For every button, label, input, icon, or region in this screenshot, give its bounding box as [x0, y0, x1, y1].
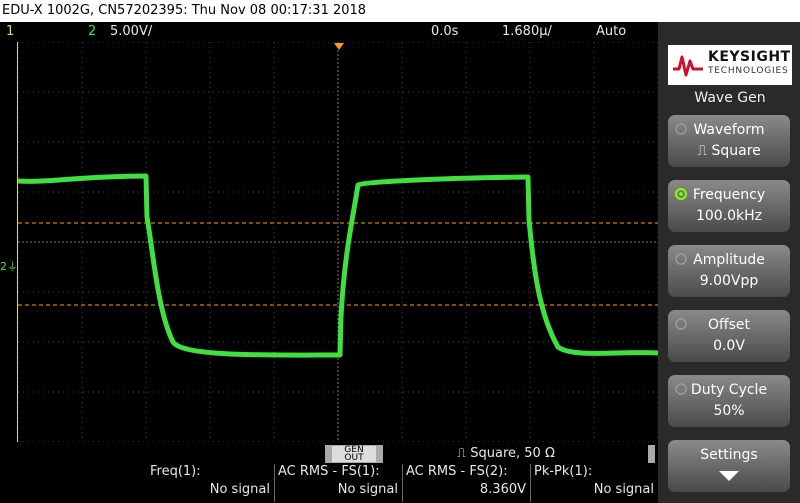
measure-2-value: No signal — [337, 482, 398, 497]
softkey-label: Waveform — [693, 122, 765, 138]
measure-4-value: No signal — [593, 482, 654, 497]
arrow-down-icon — [719, 471, 739, 481]
measure-divider — [530, 464, 531, 502]
trigger-position-marker[interactable] — [334, 43, 344, 50]
measure-2-name: AC RMS - FS(1): — [278, 464, 380, 479]
measure-divider — [402, 464, 403, 502]
ch2-marker-label: 2 — [0, 260, 7, 273]
channel-2-ground-marker[interactable]: 2⏚ — [0, 258, 18, 274]
measure-divider — [274, 464, 275, 502]
softkey-value: 9.00Vpp — [699, 273, 759, 289]
menu-title: Wave Gen — [694, 90, 766, 106]
softkey-settings[interactable]: Settings — [668, 440, 790, 492]
horizontal-scale: 1.680µ/ — [502, 24, 552, 39]
softkey-label: Duty Cycle — [690, 382, 768, 398]
softkey-duty-cycle[interactable]: Duty Cycle 50% — [668, 375, 790, 427]
softkey-value: 0.0V — [713, 338, 745, 354]
measure-4-name: Pk-Pk(1): — [534, 464, 593, 479]
softkey-frequency[interactable]: Frequency 100.0kHz — [668, 180, 790, 232]
brand-name: KEYSIGHT — [708, 49, 791, 65]
measure-3-name: AC RMS - FS(2): — [406, 464, 508, 479]
wave-gen-bar: GEN OUT ⎍ Square, 50 Ω — [325, 445, 655, 463]
channel-2-label[interactable]: 2 — [88, 22, 96, 42]
softkey-value: 100.0kHz — [695, 208, 763, 224]
left-margin — [0, 42, 18, 442]
window-title: EDU-X 1002G, CN57202395: Thu Nov 08 00:1… — [2, 3, 367, 18]
keysight-logo: KEYSIGHT TECHNOLOGIES — [668, 45, 792, 85]
measure-1-value: No signal — [209, 482, 270, 497]
measure-1-name: Freq(1): — [150, 464, 201, 479]
softkey-label: Amplitude — [693, 252, 765, 268]
waveform-display — [18, 42, 658, 442]
graticule — [18, 42, 658, 442]
wave-gen-status: ⎍ Square, 50 Ω — [383, 445, 648, 463]
softkey-label: Offset — [707, 317, 751, 333]
brand-sub: TECHNOLOGIES — [708, 66, 789, 76]
gen-out-badge[interactable]: GEN OUT — [332, 446, 376, 463]
softkey-value: 50% — [713, 403, 745, 419]
softkey-label: Frequency — [692, 187, 766, 203]
softkey-label: Settings — [700, 447, 758, 463]
softkey-offset[interactable]: Offset 0.0V — [668, 310, 790, 362]
softkey-waveform[interactable]: Waveform ⎍ Square — [668, 115, 790, 167]
horizontal-position: 0.0s — [431, 24, 459, 39]
channel-2-scale: 5.00V/ — [110, 24, 153, 39]
keysight-wave-icon — [673, 55, 703, 77]
trigger-mode: Auto — [596, 24, 627, 39]
measure-3-value: 8.360V — [479, 482, 526, 497]
title-bar: EDU-X 1002G, CN57202395: Thu Nov 08 00:1… — [0, 0, 800, 22]
softkey-value: ⎍ Square — [697, 143, 761, 159]
channel-1-label[interactable]: 1 — [6, 22, 14, 42]
softkey-amplitude[interactable]: Amplitude 9.00Vpp — [668, 245, 790, 297]
gen-out-line2: OUT — [344, 453, 364, 463]
